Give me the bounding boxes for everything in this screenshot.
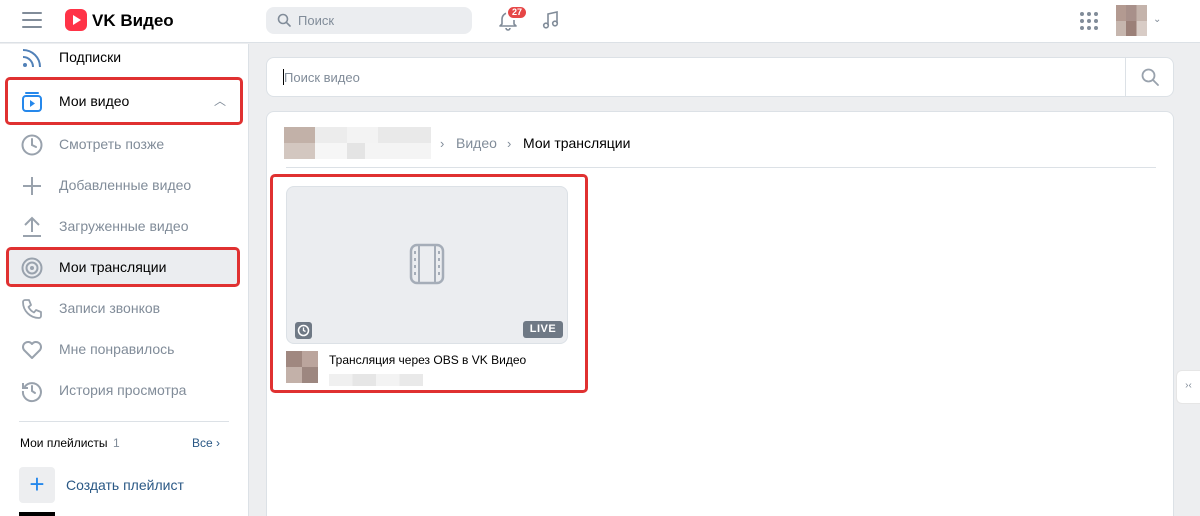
video-library-icon — [22, 92, 42, 112]
card-divider — [286, 167, 1156, 168]
breadcrumb-separator: › — [440, 136, 445, 151]
sidebar-divider — [19, 421, 229, 422]
clock-icon — [21, 134, 43, 156]
content-card: › Видео › Мои трансляции LIVE Трансляция… — [266, 111, 1174, 516]
sidebar-item-label: Подписки — [59, 49, 122, 65]
channel-avatar[interactable] — [284, 127, 431, 159]
plus-icon — [23, 177, 41, 195]
sidebar-item-my-videos[interactable]: Мои видео ︿ — [8, 82, 240, 120]
phone-icon — [22, 299, 42, 319]
breadcrumb-current: Мои трансляции — [523, 135, 631, 151]
apps-grid-icon[interactable] — [1080, 12, 1098, 30]
history-icon — [21, 382, 42, 403]
playlist-thumbnail[interactable] — [19, 512, 55, 516]
live-badge: LIVE — [523, 321, 563, 338]
author-avatar[interactable] — [286, 351, 318, 383]
playlists-title: Мои плейлисты — [20, 436, 108, 450]
sidebar-item-subscriptions[interactable]: Подписки — [8, 38, 240, 76]
search-button[interactable] — [1125, 58, 1173, 96]
search-icon — [1141, 68, 1159, 86]
menu-icon[interactable] — [22, 12, 42, 29]
sidebar-item-added-videos[interactable]: Добавленные видео — [8, 166, 240, 204]
video-search-bar: Поиск видео — [266, 57, 1174, 97]
playlists-count: 1 — [113, 436, 120, 450]
music-note-icon[interactable] — [540, 9, 562, 31]
breadcrumb-separator: › — [507, 136, 512, 151]
broadcast-icon — [21, 257, 43, 279]
vk-video-logo[interactable] — [65, 9, 87, 31]
sidebar-item-my-broadcasts[interactable]: Мои трансляции — [8, 248, 240, 286]
sidebar-item-label: Загруженные видео — [59, 218, 189, 234]
brand-title[interactable]: VK Видео — [92, 11, 174, 31]
video-author[interactable] — [329, 374, 423, 386]
upload-icon — [23, 216, 41, 237]
create-playlist-label: Создать плейлист — [66, 477, 184, 493]
plus-icon: + — [19, 467, 55, 503]
film-icon — [409, 243, 445, 285]
sidebar: Подписки Мои видео ︿ Смотреть позже Доба… — [0, 44, 249, 516]
sidebar-item-watch-later[interactable]: Смотреть позже — [8, 125, 240, 163]
sidebar-item-liked[interactable]: Мне понравилось — [8, 330, 240, 368]
sidebar-item-label: Мои видео — [59, 93, 130, 109]
top-search-placeholder: Поиск — [298, 13, 335, 28]
sidebar-item-label: Записи звонков — [59, 300, 161, 316]
sidebar-item-label: Смотреть позже — [59, 136, 165, 152]
sidebar-item-label: История просмотра — [59, 382, 187, 398]
video-search-input[interactable]: Поиск видео — [284, 70, 360, 85]
rss-icon — [22, 49, 41, 68]
sidebar-item-label: Добавленные видео — [59, 177, 192, 193]
chevron-up-icon[interactable]: ︿ — [214, 92, 226, 109]
sidebar-item-uploaded-videos[interactable]: Загруженные видео — [8, 207, 240, 245]
top-search-input[interactable]: Поиск — [266, 7, 472, 34]
top-bar: VK Видео Поиск 27 ⌄ — [0, 0, 1200, 43]
notification-badge: 27 — [506, 5, 529, 20]
chevron-down-icon[interactable]: ⌄ — [1153, 14, 1161, 25]
search-icon — [277, 13, 291, 27]
video-tile[interactable]: LIVE Трансляция через OBS в VK Видео — [286, 186, 568, 392]
breadcrumb-video[interactable]: Видео — [456, 135, 497, 151]
sidebar-item-label: Мои трансляции — [59, 259, 167, 275]
sidebar-item-label: Мне понравилось — [59, 341, 175, 357]
user-avatar[interactable] — [1116, 5, 1147, 36]
video-thumbnail[interactable]: LIVE — [286, 186, 568, 344]
sidebar-item-call-recordings[interactable]: Записи звонков — [8, 289, 240, 327]
sidebar-item-history[interactable]: История просмотра — [8, 371, 240, 409]
heart-icon — [22, 341, 42, 359]
side-panel-toggle[interactable]: ›‹ — [1176, 370, 1200, 404]
clock-icon[interactable] — [295, 322, 312, 339]
video-title[interactable]: Трансляция через OBS в VK Видео — [329, 353, 526, 367]
playlists-all-link[interactable]: Все › — [192, 436, 220, 450]
create-playlist-button[interactable]: + Создать плейлист — [19, 467, 239, 503]
